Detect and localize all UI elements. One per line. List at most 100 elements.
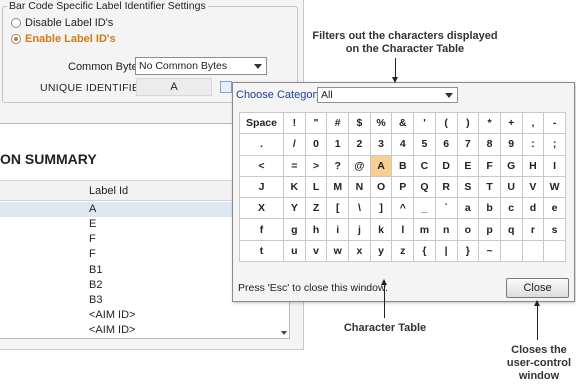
char-cell[interactable]: z (392, 240, 415, 263)
char-cell[interactable]: G (500, 155, 523, 177)
char-cell[interactable]: O (370, 176, 393, 199)
char-cell[interactable]: o (457, 219, 480, 241)
char-cell[interactable]: , (522, 113, 545, 135)
char-cell[interactable]: S (457, 176, 480, 199)
char-cell[interactable]: ` (435, 198, 458, 220)
char-cell[interactable]: v (305, 240, 328, 263)
char-cell[interactable]: W (544, 176, 566, 199)
char-cell[interactable]: E (457, 155, 480, 177)
scroll-down-arrow-icon[interactable] (281, 331, 287, 335)
char-cell[interactable]: f (240, 219, 284, 241)
char-cell[interactable]: 6 (435, 134, 458, 156)
char-cell[interactable]: # (327, 113, 350, 135)
unique-identifier-field[interactable]: A (136, 78, 212, 96)
char-cell[interactable]: { (414, 240, 436, 263)
close-button[interactable]: Close (506, 278, 569, 298)
char-cell[interactable]: Q (414, 176, 436, 199)
char-cell[interactable]: b (479, 198, 501, 220)
char-cell[interactable]: } (457, 240, 480, 263)
char-cell[interactable]: c (500, 198, 523, 220)
char-cell[interactable]: i (327, 219, 350, 241)
char-cell[interactable]: n (435, 219, 458, 241)
char-cell[interactable]: ! (284, 113, 306, 135)
char-cell[interactable]: $ (349, 113, 371, 135)
char-cell[interactable]: D (435, 155, 458, 177)
label-id-column-header[interactable]: Label Id (89, 185, 128, 197)
char-cell[interactable]: - (544, 113, 566, 135)
char-cell[interactable]: 1 (327, 134, 350, 156)
char-cell[interactable]: > (305, 155, 328, 177)
char-cell[interactable]: T (479, 176, 501, 199)
char-cell[interactable]: u (284, 240, 306, 263)
char-cell[interactable]: J (240, 176, 284, 199)
char-cell[interactable]: * (479, 113, 501, 135)
char-cell[interactable]: H (522, 155, 545, 177)
char-cell[interactable]: X (240, 198, 284, 220)
enable-label-ids-option[interactable]: Enable Label ID's (11, 33, 116, 45)
char-cell[interactable]: l (392, 219, 415, 241)
char-cell[interactable]: Z (305, 198, 328, 220)
char-cell[interactable]: ) (457, 113, 480, 135)
char-cell[interactable]: R (435, 176, 458, 199)
char-cell[interactable]: A (370, 155, 393, 177)
char-cell[interactable]: 0 (305, 134, 328, 156)
table-row[interactable]: <AIM ID> (0, 308, 278, 323)
char-cell[interactable]: 2 (349, 134, 371, 156)
char-cell[interactable]: j (349, 219, 371, 241)
char-cell[interactable]: ? (327, 155, 350, 177)
char-cell[interactable]: 9 (500, 134, 523, 156)
char-cell[interactable]: q (500, 219, 523, 241)
radio-unselected-icon[interactable] (11, 18, 21, 28)
char-cell[interactable]: N (349, 176, 371, 199)
char-cell[interactable]: ^ (392, 198, 415, 220)
char-cell[interactable]: : (522, 134, 545, 156)
char-cell[interactable]: = (284, 155, 306, 177)
char-cell[interactable]: e (544, 198, 566, 220)
char-cell[interactable]: Y (284, 198, 306, 220)
char-cell[interactable]: ' (414, 113, 436, 135)
char-cell[interactable]: ( (435, 113, 458, 135)
char-cell[interactable]: U (500, 176, 523, 199)
char-cell[interactable]: k (370, 219, 393, 241)
char-cell[interactable]: ; (544, 134, 566, 156)
char-cell[interactable]: . (240, 134, 284, 156)
char-cell[interactable]: @ (349, 155, 371, 177)
char-cell[interactable]: 5 (414, 134, 436, 156)
char-cell[interactable]: y (370, 240, 393, 263)
char-cell[interactable]: " (305, 113, 328, 135)
char-cell[interactable]: [ (327, 198, 350, 220)
char-cell[interactable]: B (392, 155, 415, 177)
char-cell[interactable]: 7 (457, 134, 480, 156)
char-cell[interactable]: 3 (370, 134, 393, 156)
char-cell[interactable]: ~ (479, 240, 501, 263)
char-cell[interactable]: t (240, 240, 284, 263)
char-cell[interactable]: _ (414, 198, 436, 220)
char-cell[interactable]: a (457, 198, 480, 220)
char-cell[interactable]: x (349, 240, 371, 263)
char-cell[interactable]: 4 (392, 134, 415, 156)
character-table-button[interactable] (220, 81, 232, 93)
char-cell[interactable]: K (284, 176, 306, 199)
char-cell[interactable]: M (327, 176, 350, 199)
char-cell[interactable]: 8 (479, 134, 501, 156)
char-cell[interactable]: s (544, 219, 566, 241)
char-cell[interactable]: p (479, 219, 501, 241)
char-cell[interactable]: | (435, 240, 458, 263)
char-cell[interactable]: \ (349, 198, 371, 220)
radio-selected-icon[interactable] (11, 34, 21, 44)
char-cell[interactable]: < (240, 155, 284, 177)
char-cell[interactable]: ] (370, 198, 393, 220)
char-cell[interactable]: m (414, 219, 436, 241)
char-cell[interactable]: % (370, 113, 393, 135)
char-cell[interactable]: r (522, 219, 545, 241)
common-byte-dropdown[interactable]: No Common Bytes (135, 57, 267, 75)
char-cell[interactable]: I (544, 155, 566, 177)
char-cell[interactable]: h (305, 219, 328, 241)
char-cell[interactable]: & (392, 113, 415, 135)
char-cell[interactable]: L (305, 176, 328, 199)
char-cell[interactable]: Space (240, 113, 284, 135)
char-cell[interactable]: C (414, 155, 436, 177)
table-row[interactable]: <AIM ID> (0, 323, 278, 338)
disable-label-ids-option[interactable]: Disable Label ID's (11, 17, 113, 29)
char-cell[interactable]: V (522, 176, 545, 199)
